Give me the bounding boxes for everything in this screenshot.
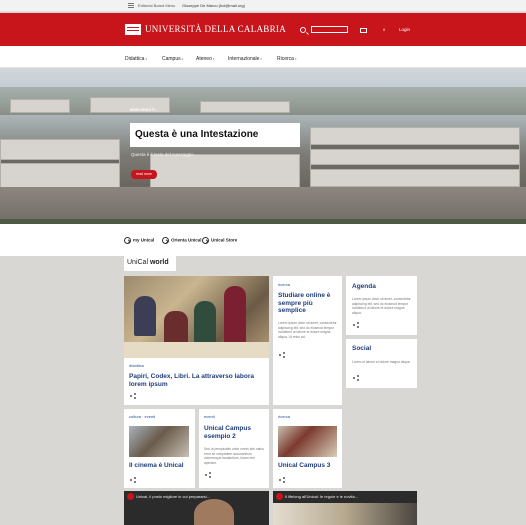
video-title[interactable]: Unical, il posto migliore in cui prepara…	[136, 494, 210, 499]
nav-label: Ricerca	[277, 56, 294, 62]
card-title[interactable]: Unical Campus esempio 2	[204, 425, 266, 440]
campus-photo	[278, 426, 337, 457]
arrow-circle-icon	[202, 237, 209, 244]
card-title[interactable]: Il cinema è Unical	[129, 462, 191, 470]
login-link[interactable]: Login	[399, 27, 410, 32]
nav-label: Campus	[162, 56, 181, 62]
card-body: Lorem ipsum dolor sit amet, consectetur …	[352, 297, 411, 315]
chevron-down-icon: ▾	[260, 57, 262, 61]
hero-building	[310, 144, 520, 150]
utility-bar: Editorial Board Menu Giuseppe De Marco (…	[0, 0, 526, 12]
photo-figure	[224, 286, 246, 346]
chevron-down-icon: ▾	[294, 57, 297, 61]
mail-icon[interactable]	[360, 28, 367, 33]
news-card-campus[interactable]: ricerca Unical Campus 3	[273, 409, 342, 488]
cinema-photo	[129, 426, 189, 457]
share-icon[interactable]	[279, 477, 285, 483]
card-tag: ricerca	[278, 414, 291, 419]
nav-label: Didattica	[125, 56, 145, 62]
hero-building	[10, 99, 70, 113]
chevron-down-icon: ▾	[145, 57, 147, 61]
hero-headline: Questa è una Intestazione	[135, 129, 259, 140]
card-tag: cultura · eventi	[129, 414, 156, 419]
nav-label: Ateneo	[196, 56, 212, 62]
nav-label: Internazionale	[228, 56, 260, 62]
read-more-button[interactable]: read more	[131, 170, 157, 179]
video-thumbnail-scene	[273, 503, 417, 525]
arrow-circle-icon	[124, 237, 131, 244]
hero-subline: Questa è il testo del messaggio	[131, 152, 194, 157]
card-title[interactable]: Agenda	[352, 283, 376, 291]
quicklink-label: Unical Store	[211, 237, 238, 243]
editorial-menu-link[interactable]: Editorial Board Menu	[138, 3, 175, 8]
classroom-photo	[124, 276, 269, 358]
video-title[interactable]: Il lifelong all'Unical: le regole e le n…	[285, 494, 358, 499]
channel-avatar-icon	[127, 493, 134, 500]
hero-headline-box: Questa è una Intestazione	[130, 123, 300, 147]
nav-item-ateneo[interactable]: Ateneo▾	[196, 56, 214, 62]
share-icon[interactable]	[353, 322, 359, 328]
card-body: Lorem ut labore et dolore magna aliqua.	[352, 360, 411, 364]
nav-item-internazionale[interactable]: Internazionale▾	[228, 56, 262, 62]
user-label: Giuseppe De Marco (fcd@mail.org)	[182, 3, 245, 8]
search-input[interactable]	[311, 26, 348, 33]
hero-building	[310, 127, 520, 187]
card-tag: didattica	[129, 363, 144, 368]
agenda-card[interactable]: Agenda Lorem ipsum dolor sit amet, conse…	[346, 276, 417, 335]
photo-figure	[134, 296, 156, 336]
university-logo-icon[interactable]	[125, 24, 141, 35]
quicklink-store[interactable]: Unical Store	[202, 237, 237, 244]
quicklink-orienta[interactable]: Orienta Unical	[162, 237, 202, 244]
main-nav: Didattica▾ Campus▾ Ateneo▾ Internazional…	[0, 46, 526, 68]
card-tag: eventi	[204, 414, 215, 419]
share-icon[interactable]	[130, 393, 136, 399]
chevron-down-icon: ▾	[212, 57, 215, 61]
video-thumbnail-face	[194, 499, 234, 525]
share-icon[interactable]	[353, 375, 359, 381]
share-icon[interactable]	[130, 477, 136, 483]
photo-figure	[194, 301, 216, 346]
nav-item-didattica[interactable]: Didattica▾	[125, 56, 147, 62]
photo-table	[124, 342, 269, 358]
hero-building	[150, 154, 300, 189]
card-tag: ricerca	[278, 282, 291, 287]
nav-item-ricerca[interactable]: Ricerca▾	[277, 56, 296, 62]
hero-building	[310, 164, 520, 170]
nav-item-campus[interactable]: Campus▾	[162, 56, 183, 62]
card-title[interactable]: Unical Campus 3	[278, 462, 340, 470]
share-icon[interactable]	[205, 472, 211, 478]
hero-building	[0, 159, 120, 164]
card-body: Sed ut perspiciatis unde omnis iste natu…	[204, 447, 264, 465]
card-title[interactable]: Social	[352, 345, 371, 353]
hero-building	[0, 139, 120, 189]
chevron-down-icon: ▾	[181, 57, 184, 61]
section-title-bold: world	[149, 259, 169, 266]
hero-kicker: BENVENUTI	[130, 107, 156, 112]
mail-count: 0	[383, 27, 386, 32]
arrow-circle-icon	[162, 237, 169, 244]
section-title: UniCal world	[124, 256, 176, 271]
site-logo-text[interactable]: UNIVERSITÀ DELLA CALABRIA	[145, 24, 286, 34]
news-card-eventi[interactable]: eventi Unical Campus esempio 2 Sed ut pe…	[199, 409, 269, 488]
social-card[interactable]: Social Lorem ut labore et dolore magna a…	[346, 339, 417, 388]
quicklink-label: Orienta Unical	[171, 237, 202, 243]
quicklink-my-unical[interactable]: my Unical	[124, 237, 154, 244]
search-icon[interactable]	[300, 27, 306, 33]
news-card-cultura[interactable]: cultura · eventi Il cinema è Unical	[124, 409, 195, 488]
card-title[interactable]: Studiare online è sempre più semplice	[278, 292, 340, 315]
hero-building	[200, 101, 290, 113]
menu-icon[interactable]	[128, 3, 134, 8]
news-card-didattica[interactable]: didattica Papiri, Codex, Libri. La attra…	[124, 276, 269, 405]
card-body: Lorem ipsum dolor sit amet, consectetur …	[278, 321, 337, 339]
site-header: UNIVERSITÀ DELLA CALABRIA 0 Login	[0, 13, 526, 46]
channel-avatar-icon	[276, 493, 283, 500]
section-title-light: UniCal	[127, 259, 149, 266]
quicklink-label: my Unical	[133, 237, 155, 243]
card-title[interactable]: Papiri, Codex, Libri. La attraverso labo…	[129, 373, 264, 388]
video-player[interactable]: Unical, il posto migliore in cui prepara…	[124, 491, 269, 525]
video-player[interactable]: Il lifelong all'Unical: le regole e le n…	[273, 491, 417, 525]
news-card-ricerca[interactable]: ricerca Studiare online è sempre più sem…	[273, 276, 342, 405]
share-icon[interactable]	[279, 352, 285, 358]
quicklinks-bar: my Unical Orienta Unical Unical Store	[0, 224, 526, 256]
